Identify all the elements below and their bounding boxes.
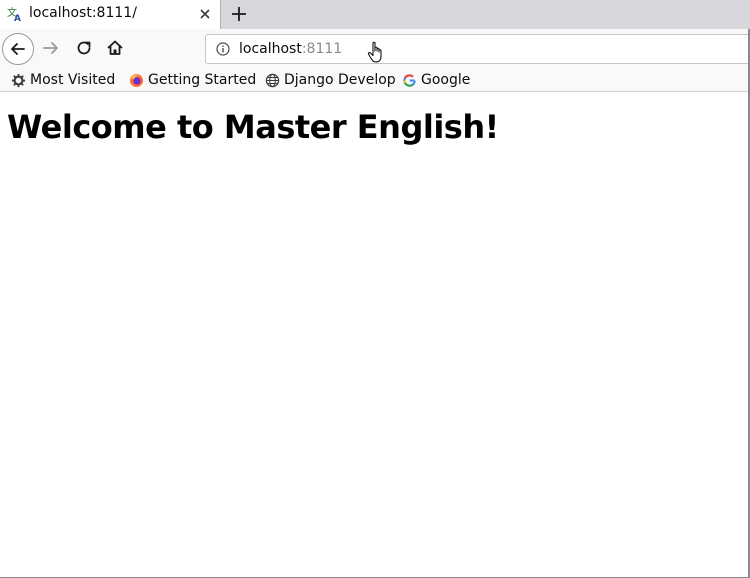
google-icon (403, 74, 416, 87)
tab-title: localhost:8111/ (29, 5, 137, 21)
translate-icon: 文 A (7, 6, 21, 22)
bookmark-getting-started[interactable]: Getting Started (129, 71, 257, 89)
hand-cursor-icon (367, 41, 382, 63)
page-title: Welcome to Master English! (7, 108, 499, 146)
bookmark-label: Getting Started (148, 72, 257, 88)
gear-icon (11, 73, 26, 88)
bookmark-django-develop[interactable]: Django Develop (265, 71, 396, 89)
tab-strip: 文 A localhost:8111/ (0, 0, 750, 29)
home-button[interactable] (104, 37, 126, 59)
svg-text:A: A (14, 14, 21, 22)
info-icon[interactable] (216, 42, 230, 56)
url-bar[interactable]: localhost:8111 (205, 34, 750, 64)
tab-active[interactable]: 文 A localhost:8111/ (0, 0, 221, 29)
globe-icon (265, 73, 280, 88)
reload-button[interactable] (73, 37, 95, 59)
bookmark-label: Google (421, 72, 471, 88)
bookmark-label: Most Visited (30, 72, 116, 88)
bookmark-most-visited[interactable]: Most Visited (11, 71, 117, 89)
url-text[interactable]: localhost:8111 (239, 41, 342, 58)
page-content: Welcome to Master English! (0, 93, 750, 578)
url-host: localhost (239, 41, 302, 57)
forward-button[interactable] (40, 37, 62, 59)
arrow-left-icon (11, 43, 25, 55)
url-port: :8111 (301, 41, 343, 57)
new-tab-button[interactable] (227, 2, 251, 26)
bookmark-google[interactable]: Google (402, 71, 472, 89)
bookmarks-toolbar: Most Visited Getting Started Django Deve… (0, 68, 750, 92)
bookmark-label: Django Develop (284, 72, 396, 88)
close-icon[interactable] (196, 5, 214, 23)
firefox-icon (129, 73, 144, 88)
back-button[interactable] (2, 33, 34, 65)
